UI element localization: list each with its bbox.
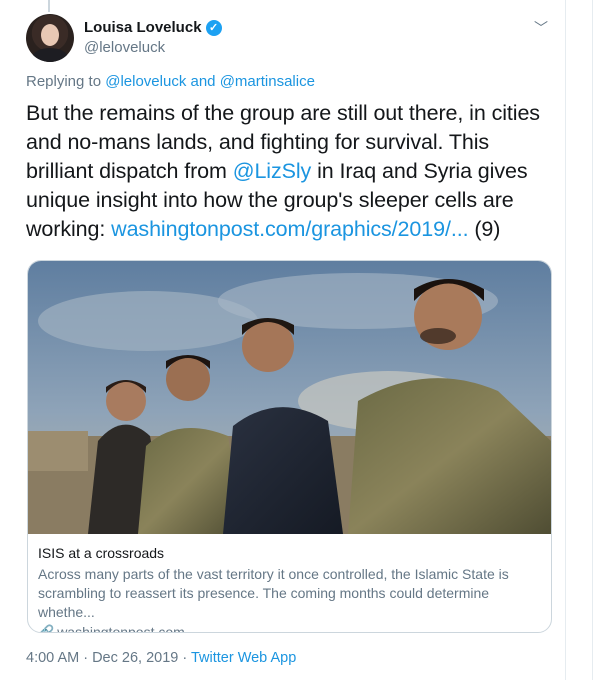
card-domain-row[interactable]: 🔗 washingtonpost.com [38,624,543,633]
card-body[interactable]: ISIS at a crossroads Across many parts o… [38,545,543,633]
tweet-thread-counter: (9) [468,217,501,241]
article-url-link[interactable]: washingtonpost.com/graphics/2019/... [111,217,468,241]
timestamp[interactable]: 4:00 AM · Dec 26, 2019 · [26,650,191,666]
thread-connector-line [48,0,50,12]
mention-link[interactable]: @LizSly [233,159,312,183]
card-domain[interactable]: washingtonpost.com [57,624,185,632]
chevron-down-icon[interactable]: ﹀ [534,18,548,38]
author-block[interactable]: Louisa Loveluck ✓ @leloveluck [84,19,222,56]
reply-user-link-1[interactable]: @leloveluck [105,73,186,90]
avatar[interactable] [26,14,74,62]
link-preview-card[interactable]: ISIS at a crossroads Across many parts o… [27,260,552,633]
author-handle[interactable]: @leloveluck [84,39,222,56]
card-title[interactable]: ISIS at a crossroads [38,545,543,561]
replying-to-line: Replying to @leloveluck and @martinsalic… [26,73,315,90]
tweet-timestamp-row: 4:00 AM · Dec 26, 2019 · Twitter Web App [26,650,296,666]
sidebar-edge [592,0,603,680]
card-description[interactable]: Across many parts of the vast territory … [38,565,543,622]
reply-conjunction[interactable]: and [186,73,219,90]
author-name-row[interactable]: Louisa Loveluck ✓ [84,19,222,36]
card-image[interactable] [28,261,551,534]
source-app-link[interactable]: Twitter Web App [191,650,296,666]
replying-prefix: Replying to [26,73,106,90]
tweet-text: But the remains of the group are still o… [26,99,551,244]
author-display-name[interactable]: Louisa Loveluck [84,19,202,36]
reply-user-link-2[interactable]: @martinsalice [220,73,315,90]
column-divider [565,0,566,680]
link-icon: 🔗 [38,624,55,633]
tweet-header: Louisa Loveluck ✓ @leloveluck ﹀ [26,14,556,64]
verified-badge-icon: ✓ [205,19,222,36]
